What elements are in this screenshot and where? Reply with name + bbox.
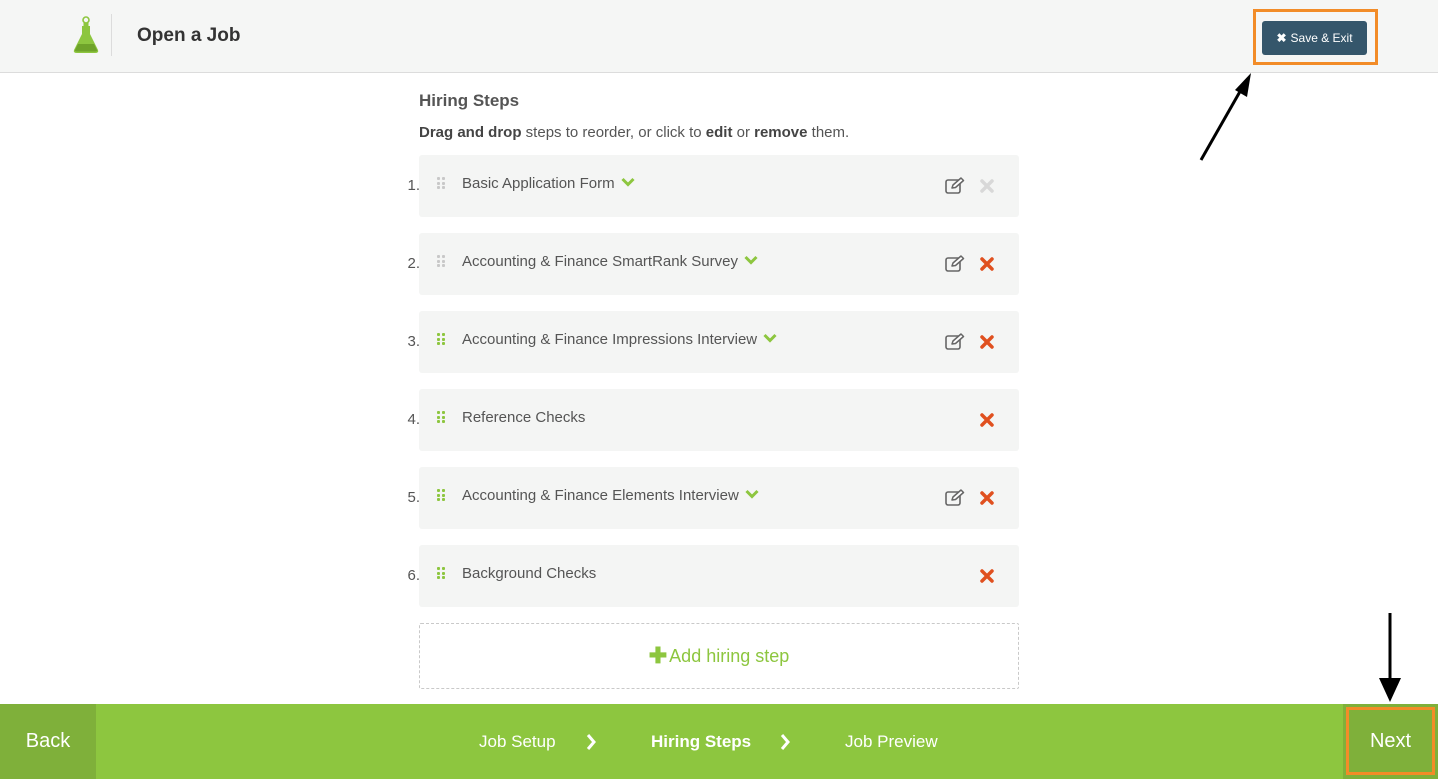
step-label: Reference Checks bbox=[462, 409, 585, 426]
hiring-step-card[interactable]: Background Checks bbox=[419, 545, 1019, 607]
instructions-text-part: them. bbox=[807, 124, 850, 141]
edit-icon[interactable] bbox=[945, 255, 965, 273]
drag-handle-icon[interactable] bbox=[437, 567, 445, 579]
add-hiring-step-button[interactable]: ✚ Add hiring step bbox=[419, 623, 1019, 689]
step-number: 2. bbox=[407, 255, 420, 272]
arrow-to-save-exit bbox=[1199, 73, 1251, 161]
remove-icon[interactable] bbox=[979, 412, 995, 428]
step-number: 6. bbox=[407, 567, 420, 584]
back-button[interactable]: Back bbox=[0, 704, 96, 779]
chevron-right-icon bbox=[780, 734, 790, 750]
breadcrumb-job-preview[interactable]: Job Preview bbox=[845, 732, 938, 752]
drag-handle-icon[interactable] bbox=[437, 177, 445, 189]
flask-logo-icon bbox=[73, 16, 99, 53]
remove-icon[interactable] bbox=[979, 490, 995, 506]
step-number: 4. bbox=[407, 411, 420, 428]
chevron-right-icon bbox=[586, 734, 596, 750]
hiring-step-row: 5. Accounting & Finance Elements Intervi… bbox=[390, 467, 1030, 529]
remove-icon[interactable] bbox=[979, 256, 995, 272]
step-label-text: Background Checks bbox=[462, 565, 597, 582]
header-divider bbox=[111, 14, 112, 56]
edit-icon[interactable] bbox=[945, 489, 965, 507]
hiring-step-card[interactable]: Reference Checks bbox=[419, 389, 1019, 451]
highlight-next bbox=[1346, 707, 1435, 775]
remove-icon bbox=[980, 179, 994, 193]
step-label: Accounting & Finance Impressions Intervi… bbox=[462, 331, 777, 348]
step-label-text: Accounting & Finance SmartRank Survey bbox=[462, 253, 738, 270]
instructions-edit: edit bbox=[705, 124, 733, 141]
breadcrumb-job-setup[interactable]: Job Setup bbox=[479, 732, 556, 752]
hiring-step-card[interactable]: Accounting & Finance Elements Interview bbox=[419, 467, 1019, 529]
remove-icon[interactable] bbox=[979, 568, 995, 584]
step-label: Background Checks bbox=[462, 565, 596, 582]
remove-icon[interactable] bbox=[979, 334, 995, 350]
step-label-text: Accounting & Finance Elements Interview bbox=[462, 487, 739, 504]
page-title: Open a Job bbox=[137, 25, 241, 46]
plus-icon: ✚ bbox=[648, 643, 668, 668]
edit-icon[interactable] bbox=[945, 333, 965, 351]
hiring-step-card[interactable]: Basic Application Form bbox=[419, 155, 1019, 217]
hiring-step-row: 4. Reference Checks bbox=[390, 389, 1030, 451]
drag-handle-icon[interactable] bbox=[437, 411, 445, 423]
breadcrumb-hiring-steps[interactable]: Hiring Steps bbox=[651, 732, 751, 752]
hiring-step-row: 6. Background Checks bbox=[390, 545, 1030, 607]
drag-handle-icon[interactable] bbox=[437, 255, 445, 267]
footer-nav: Back Job Setup Hiring Steps Job Preview … bbox=[0, 704, 1438, 779]
step-number: 3. bbox=[407, 333, 420, 350]
arrow-to-next bbox=[1379, 613, 1401, 702]
hiring-step-card[interactable]: Accounting & Finance Impressions Intervi… bbox=[419, 311, 1019, 373]
instructions-text-part: steps to reorder, or click to bbox=[521, 124, 706, 141]
open-job-page: Open a Job ✖ Save & Exit Hiring Steps Dr… bbox=[0, 0, 1438, 779]
instructions-drag-drop: Drag and drop bbox=[419, 124, 522, 141]
step-number: 5. bbox=[407, 489, 420, 506]
instructions-remove: remove bbox=[754, 124, 808, 141]
step-label: Accounting & Finance Elements Interview bbox=[462, 487, 759, 504]
add-hiring-step-label: Add hiring step bbox=[669, 645, 790, 666]
highlight-save-exit bbox=[1253, 9, 1378, 65]
chevron-down-icon[interactable] bbox=[745, 489, 759, 499]
edit-icon[interactable] bbox=[945, 177, 965, 195]
hiring-step-row: 2. Accounting & Finance SmartRank Survey bbox=[390, 233, 1030, 295]
step-label-text: Accounting & Finance Impressions Intervi… bbox=[462, 331, 758, 348]
section-title: Hiring Steps bbox=[419, 91, 520, 110]
step-label-text: Reference Checks bbox=[462, 409, 586, 426]
hiring-step-card[interactable]: Accounting & Finance SmartRank Survey bbox=[419, 233, 1019, 295]
instructions-text: Drag and drop steps to reorder, or click… bbox=[419, 124, 849, 141]
drag-handle-icon[interactable] bbox=[437, 489, 445, 501]
hiring-step-row: 3. Accounting & Finance Impressions Inte… bbox=[390, 311, 1030, 373]
chevron-down-icon[interactable] bbox=[744, 255, 758, 265]
drag-handle-icon[interactable] bbox=[437, 333, 445, 345]
chevron-down-icon[interactable] bbox=[763, 333, 777, 343]
step-label: Basic Application Form bbox=[462, 175, 635, 192]
instructions-text-part: or bbox=[732, 124, 755, 141]
step-number: 1. bbox=[407, 177, 420, 194]
step-label-text: Basic Application Form bbox=[462, 175, 615, 192]
step-label: Accounting & Finance SmartRank Survey bbox=[462, 253, 758, 270]
chevron-down-icon[interactable] bbox=[621, 177, 635, 187]
top-header: Open a Job ✖ Save & Exit bbox=[0, 0, 1438, 73]
hiring-step-row: 1. Basic Application Form bbox=[390, 155, 1030, 217]
